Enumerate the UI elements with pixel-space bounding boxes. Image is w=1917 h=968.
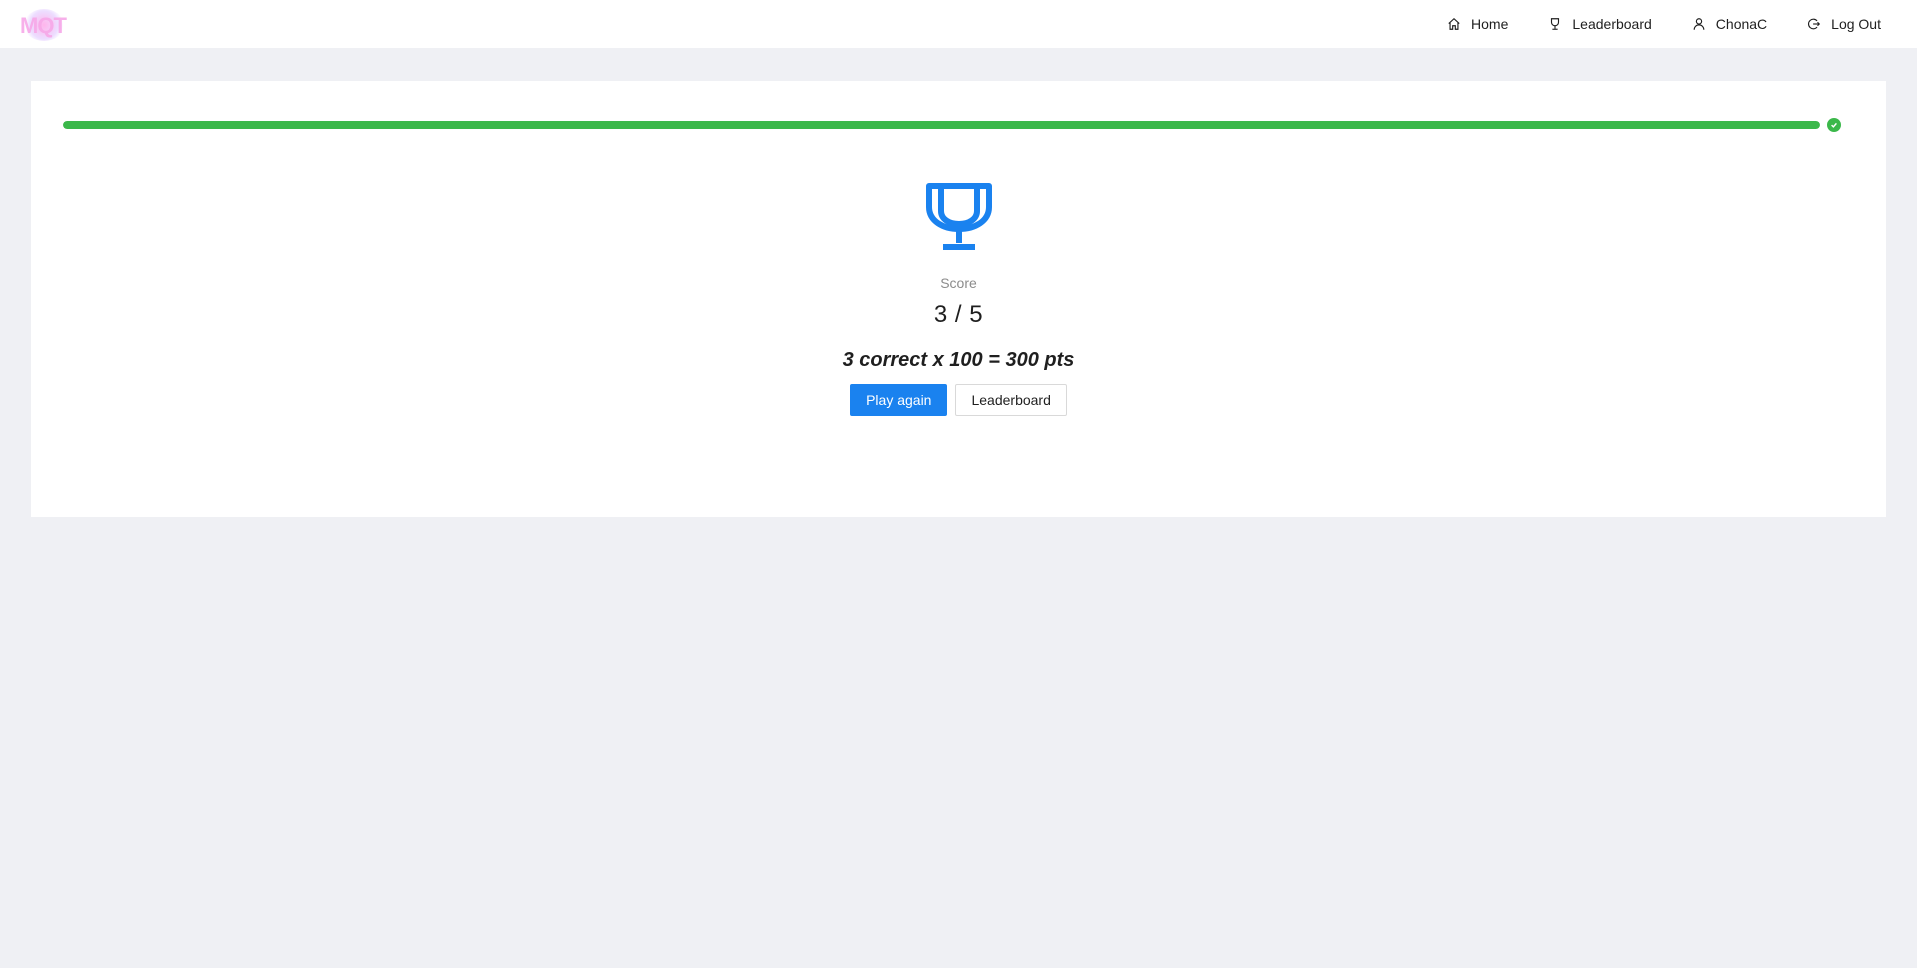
points-summary: 3 correct x 100 = 300 pts: [842, 349, 1075, 371]
quiz-progress-bar: [63, 121, 1820, 129]
nav-item-label: Log Out: [1831, 16, 1881, 32]
nav-item-user[interactable]: ChonaC: [1672, 0, 1787, 48]
logout-icon: [1808, 18, 1821, 30]
leaderboard-button[interactable]: Leaderboard: [955, 384, 1067, 416]
nav-menu: Home Leaderboard ChonaC Log Out: [1427, 0, 1901, 48]
nav-item-label: Home: [1471, 16, 1509, 32]
play-again-button[interactable]: Play again: [850, 384, 948, 416]
user-icon: [1693, 18, 1705, 30]
trophy-icon: [925, 183, 992, 250]
app-logo[interactable]: MQT: [18, 5, 70, 43]
score-value: 3 / 5: [933, 301, 984, 328]
trophy-icon: [1551, 18, 1560, 30]
nav-item-label: ChonaC: [1715, 16, 1768, 32]
nav-item-label: Leaderboard: [1572, 16, 1652, 32]
top-navbar: MQT Home Leaderboard ChonaC Log Out: [0, 0, 1917, 48]
nav-item-logout[interactable]: Log Out: [1787, 0, 1901, 48]
score-label: Score: [940, 275, 977, 291]
nav-item-leaderboard[interactable]: Leaderboard: [1528, 0, 1671, 48]
check-circle-icon: [1827, 118, 1841, 132]
progress-fill: [63, 121, 1820, 129]
result-card: Score 3 / 5 3 correct x 100 = 300 pts Pl…: [31, 81, 1886, 517]
logo-text: MQT: [20, 13, 67, 38]
nav-item-home[interactable]: Home: [1427, 0, 1528, 48]
home-icon: [1448, 17, 1460, 30]
result-actions: Play again Leaderboard: [850, 384, 1067, 416]
result-section: Score 3 / 5 3 correct x 100 = 300 pts Pl…: [31, 181, 1886, 416]
